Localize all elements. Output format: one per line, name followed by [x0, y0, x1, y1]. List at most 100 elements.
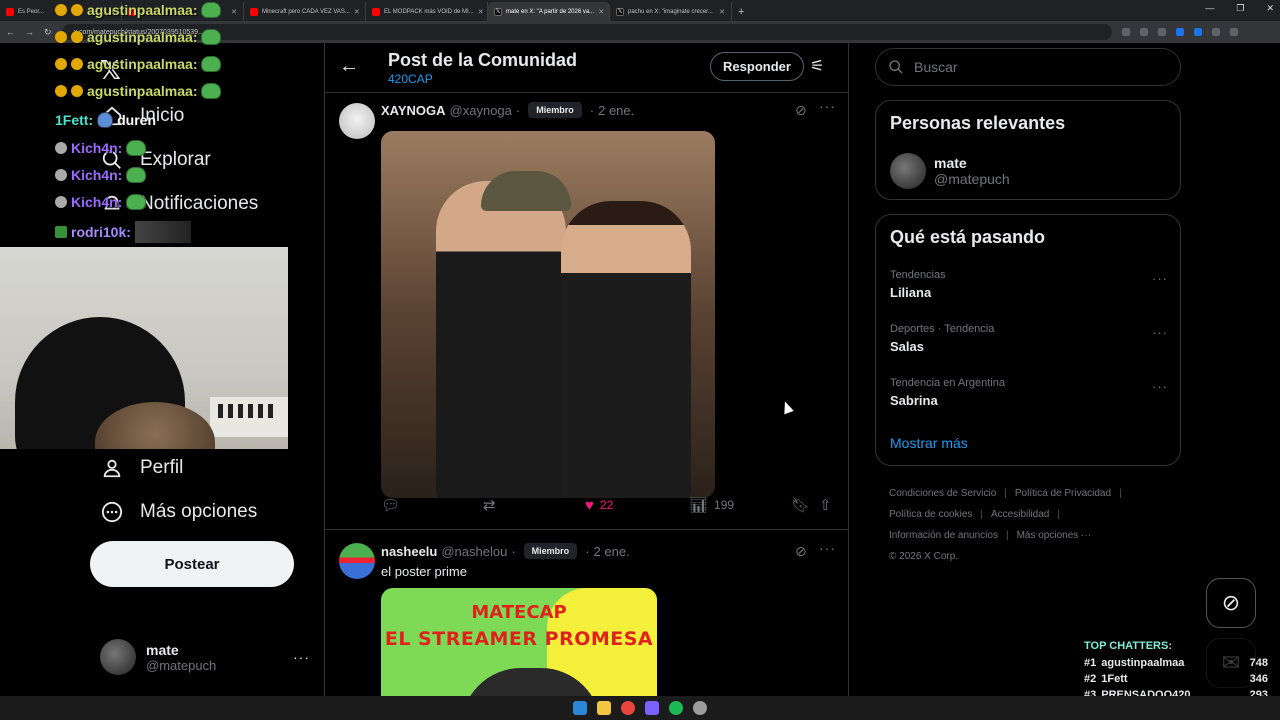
- like-action[interactable]: ♥ 22: [585, 497, 613, 514]
- cast-icon[interactable]: [1139, 28, 1148, 36]
- windows-start-icon[interactable]: [573, 701, 587, 715]
- bookmark-action[interactable]: 🔖︎: [791, 496, 810, 514]
- youtube-icon: [372, 7, 380, 16]
- pepe-emote-icon: [201, 29, 222, 45]
- post-image[interactable]: MATECAP EL STREAMER PROMESA: [381, 588, 657, 708]
- footer-link[interactable]: Más opciones ···: [1017, 530, 1091, 541]
- footer-link[interactable]: Información de anuncios: [889, 530, 998, 541]
- share-icon: ⇧: [819, 497, 832, 514]
- post-image[interactable]: [381, 131, 715, 498]
- relevant-people-card: Personas relevantes mate @matepuch: [875, 100, 1181, 200]
- new-tab-button[interactable]: +: [732, 6, 750, 21]
- spotify-icon[interactable]: [669, 701, 683, 715]
- grok-icon[interactable]: ⊘: [795, 543, 807, 560]
- reply-action[interactable]: 💬︎: [381, 496, 400, 514]
- bookmark-star-icon[interactable]: [1157, 28, 1166, 36]
- file-explorer-icon[interactable]: [597, 701, 611, 715]
- footer-link[interactable]: Accesibilidad: [991, 509, 1049, 520]
- reload-icon[interactable]: ↻: [44, 27, 52, 38]
- footer-link[interactable]: Condiciones de Servicio: [889, 488, 996, 499]
- main-column: ← Post de la Comunidad 420CAP Responder …: [324, 43, 849, 720]
- avatar[interactable]: [339, 103, 375, 139]
- card-title: Personas relevantes: [890, 113, 1066, 133]
- bookmark-icon: 🔖︎: [791, 497, 811, 514]
- sliders-icon[interactable]: ⚟: [810, 56, 824, 76]
- share-action[interactable]: ⇧: [819, 496, 832, 514]
- forward-icon[interactable]: →: [25, 27, 34, 37]
- post-button[interactable]: Postear: [90, 541, 294, 587]
- close-icon[interactable]: ✕: [354, 8, 360, 16]
- close-icon[interactable]: ✕: [719, 8, 725, 16]
- close-icon[interactable]: ✕: [231, 8, 237, 16]
- meme-subtitle: EL STREAMER PROMESA: [384, 628, 654, 650]
- nav-item-profile[interactable]: Perfil: [100, 456, 183, 480]
- extension-icon[interactable]: [1193, 28, 1202, 36]
- browser-tab[interactable]: Minecraft pero CADA VEZ VAS... ✕: [244, 2, 366, 21]
- trend-item[interactable]: Tendencias Liliana ···: [890, 269, 1168, 300]
- chat-line: Kich4n:: [55, 194, 147, 210]
- extension-icon[interactable]: [1175, 28, 1184, 36]
- extensions-puzzle-icon[interactable]: [1211, 28, 1220, 36]
- grok-icon[interactable]: ⊘: [795, 102, 807, 119]
- app-icon[interactable]: [645, 701, 659, 715]
- minimize-icon[interactable]: —: [1205, 3, 1214, 14]
- pepe-emote-icon: [126, 194, 147, 210]
- post-author-handle[interactable]: @xaynoga: [450, 103, 512, 118]
- more-icon[interactable]: ···: [1152, 271, 1168, 286]
- search-input[interactable]: Buscar: [875, 48, 1181, 86]
- x-icon: 𝕏: [494, 7, 502, 16]
- close-icon[interactable]: ✕: [478, 8, 484, 16]
- more-icon[interactable]: ···: [819, 540, 836, 556]
- browser-tab-active[interactable]: 𝕏mate en X: "A partir de 2026 va... ✕: [488, 2, 610, 21]
- photo-person-left: [436, 181, 566, 498]
- more-icon[interactable]: ···: [1152, 325, 1168, 340]
- account-handle: @matepuch: [146, 657, 217, 673]
- zoom-icon[interactable]: [1121, 28, 1130, 36]
- more-icon[interactable]: ···: [819, 98, 836, 114]
- post-header: ← Post de la Comunidad 420CAP Responder …: [325, 43, 848, 93]
- more-icon[interactable]: ···: [1152, 379, 1168, 394]
- close-icon[interactable]: ✕: [598, 8, 604, 16]
- show-more-link[interactable]: Mostrar más: [890, 435, 968, 451]
- back-icon[interactable]: ←: [6, 27, 15, 37]
- post-author-name[interactable]: nasheelu: [381, 544, 437, 559]
- top-chatters-title: TOP CHATTERS:: [1084, 640, 1173, 652]
- footer-link[interactable]: Política de Privacidad: [1015, 488, 1111, 499]
- relevant-person[interactable]: mate @matepuch: [890, 153, 1010, 189]
- more-circle-icon: [100, 500, 124, 524]
- post-date[interactable]: 2 ene.: [598, 103, 634, 118]
- maximize-icon[interactable]: ❐: [1236, 3, 1244, 14]
- chat-line: agustinpaalmaa:: [55, 2, 222, 18]
- chrome-icon[interactable]: [621, 701, 635, 715]
- close-window-icon[interactable]: ✕: [1266, 3, 1274, 14]
- repost-action[interactable]: ⇄: [483, 496, 496, 514]
- footer-link[interactable]: Política de cookies: [889, 509, 972, 520]
- trend-item[interactable]: Deportes · Tendencia Salas ···: [890, 323, 1168, 354]
- back-arrow-icon[interactable]: ←: [339, 55, 359, 78]
- obs-icon[interactable]: [693, 701, 707, 715]
- member-badge: Miembro: [523, 543, 578, 559]
- avatar[interactable]: [339, 543, 375, 579]
- views-action[interactable]: 📊︎ 199: [689, 496, 734, 514]
- pepe-emote-icon: [201, 56, 222, 72]
- more-icon[interactable]: ···: [293, 649, 310, 665]
- post[interactable]: nasheelu @nashelou · Miembro · 2 ene. ⊘ …: [325, 540, 848, 720]
- grok-button[interactable]: ⊘: [1206, 578, 1256, 628]
- chat-line: agustinpaalmaa:: [55, 56, 222, 72]
- community-link[interactable]: 420CAP: [388, 72, 433, 86]
- post-author-name[interactable]: XAYNOGA: [381, 103, 446, 118]
- chat-line: agustinpaalmaa:: [55, 83, 222, 99]
- post-date[interactable]: 2 ene.: [594, 544, 630, 559]
- post-author-handle[interactable]: @nashelou: [441, 544, 507, 559]
- account-switcher[interactable]: mate @matepuch ···: [100, 637, 310, 677]
- browser-tab[interactable]: EL MODPACK más VOID de MI... ✕: [366, 2, 488, 21]
- browser-tab[interactable]: 𝕏pachu en X: "imaginate crecer... ✕: [610, 2, 732, 21]
- profile-icon[interactable]: [1229, 28, 1238, 36]
- trend-item[interactable]: Tendencia en Argentina Sabrina ···: [890, 377, 1168, 408]
- post[interactable]: XAYNOGA @xaynoga · Miembro · 2 ene. ⊘ ··…: [325, 93, 848, 529]
- reply-button[interactable]: Responder: [710, 52, 804, 81]
- nav-item-more[interactable]: Más opciones: [100, 500, 257, 524]
- photo-person-right: [561, 201, 691, 498]
- pepe-emote-icon: [201, 83, 222, 99]
- window-controls: — ❐ ✕: [1205, 3, 1274, 14]
